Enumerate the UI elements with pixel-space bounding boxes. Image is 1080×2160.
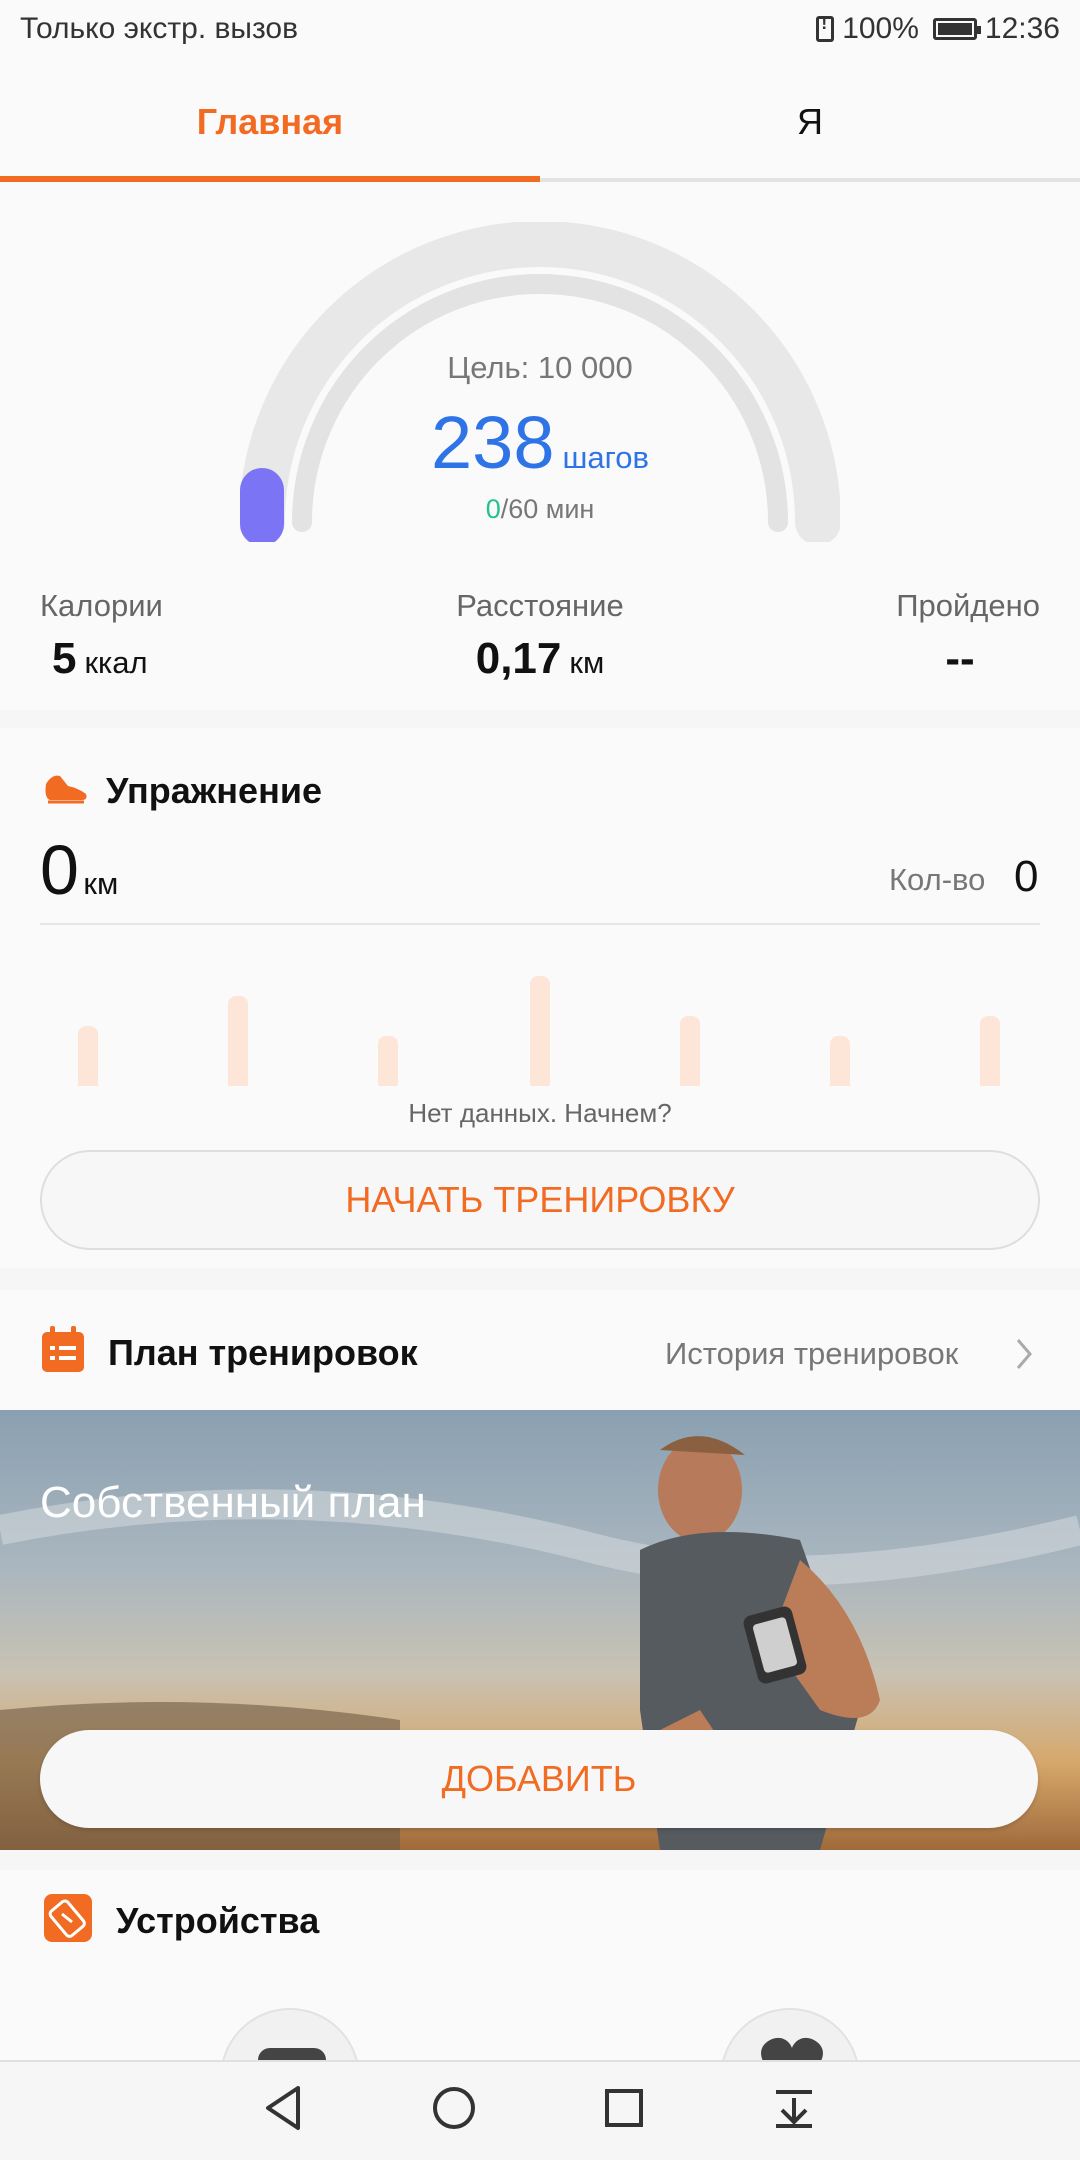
chart-bar	[530, 976, 550, 1086]
exercise-title: Упражнение	[106, 770, 322, 811]
tab-main[interactable]: Главная	[0, 66, 540, 178]
chart-bar	[228, 996, 248, 1086]
sneaker-icon	[45, 775, 87, 804]
pulldown-arrow-icon	[776, 2090, 812, 2128]
back-triangle-icon	[266, 2086, 300, 2130]
steps-goal: Цель: 10 000	[447, 350, 633, 385]
active-minutes-goal: /60 мин	[500, 494, 595, 524]
distance-value: 0,17 км	[475, 634, 605, 683]
devices-title: Устройства	[116, 1900, 320, 1941]
devices-icon	[44, 1894, 92, 1942]
exercise-count-value: 0	[1014, 852, 1039, 901]
notification-pulldown-button[interactable]	[764, 2078, 824, 2138]
navigation-bar	[0, 2060, 1080, 2160]
training-plan-title: План тренировок	[108, 1332, 418, 1373]
chart-bar	[830, 1036, 850, 1086]
exercise-count-label: Кол-во	[889, 862, 986, 897]
tab-me[interactable]: Я	[540, 66, 1080, 178]
chart-bar	[980, 1016, 1000, 1086]
add-plan-button[interactable]: ДОБАВИТЬ	[40, 1730, 1038, 1828]
clock: 12:36	[984, 12, 1060, 45]
exercise-distance: 0 км	[40, 831, 119, 909]
climbed-value: --	[945, 634, 975, 683]
sim-alert-icon	[816, 13, 835, 42]
climbed-label: Пройдено	[896, 588, 1040, 623]
start-workout-button[interactable]: НАЧАТЬ ТРЕНИРОВКУ	[40, 1150, 1040, 1250]
carrier-status: Только экстр. вызов	[20, 12, 299, 45]
chart-bar	[78, 1026, 98, 1086]
calendar-icon	[42, 1326, 84, 1372]
chevron-right-icon[interactable]	[1012, 1336, 1036, 1372]
custom-plan-title: Собственный план	[40, 1478, 426, 1527]
steps-count-row: 238 шагов	[0, 400, 1080, 485]
home-button[interactable]	[424, 2078, 484, 2138]
exercise-divider	[40, 923, 1040, 925]
devices-card	[0, 1870, 1080, 2060]
active-minutes-value: 0	[485, 494, 501, 524]
recents-button[interactable]	[594, 2078, 654, 2138]
home-circle-icon	[433, 2087, 475, 2129]
active-minutes: 0/60 мин	[0, 494, 1080, 525]
chart-bar	[680, 1016, 700, 1086]
no-data-text: Нет данных. Начнем?	[408, 1098, 672, 1128]
training-history-link[interactable]: История тренировок	[665, 1336, 958, 1372]
battery-percent: 100%	[842, 12, 919, 45]
status-icons: 100% 12:36	[816, 12, 1060, 46]
steps-count: 238	[431, 401, 555, 484]
recents-square-icon	[605, 2089, 643, 2127]
back-button[interactable]	[254, 2078, 314, 2138]
chart-bar	[378, 1036, 398, 1086]
steps-unit: шагов	[562, 440, 649, 475]
battery-icon	[932, 18, 981, 40]
